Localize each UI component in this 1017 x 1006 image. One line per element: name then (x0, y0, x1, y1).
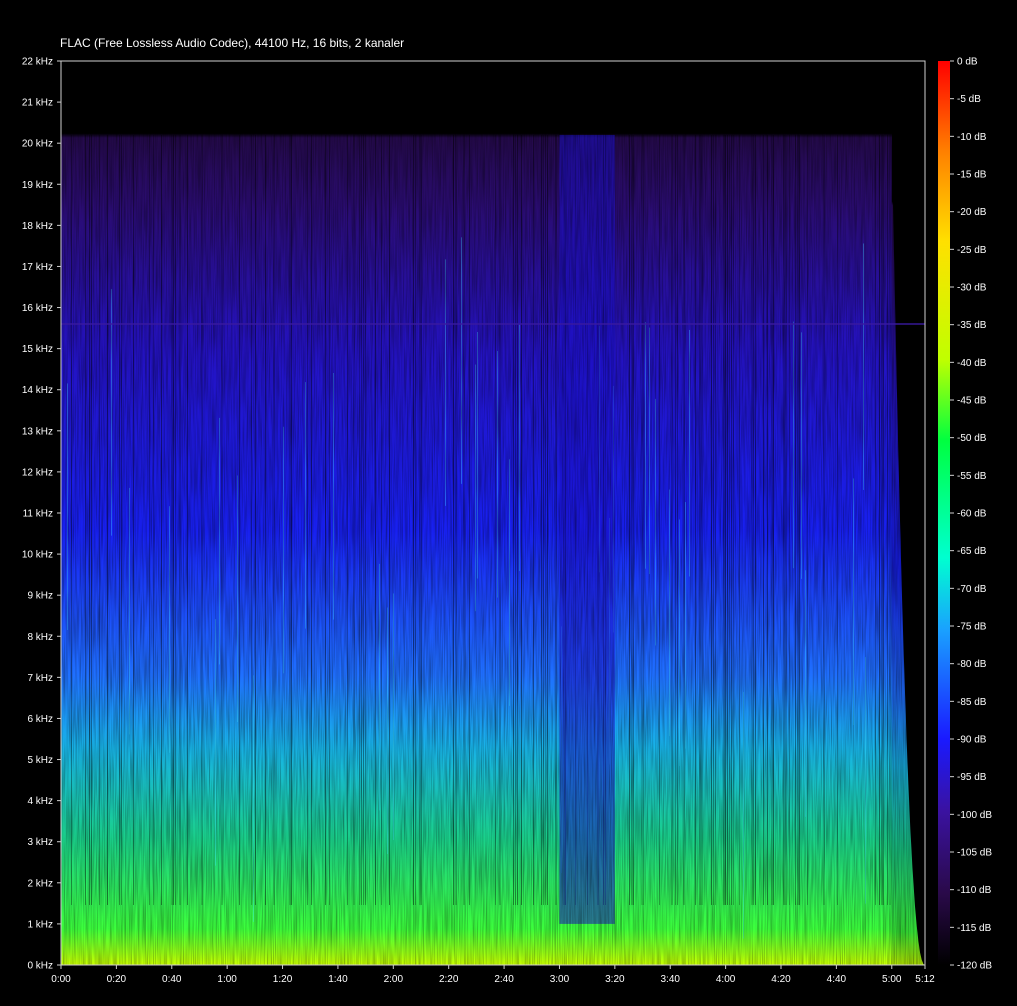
y-tick-label: 12 kHz (22, 467, 53, 478)
y-tick-label: 20 kHz (22, 139, 53, 150)
colorbar-tick-label: -15 dB (957, 170, 987, 181)
colorbar-tick-label: -25 dB (957, 245, 987, 256)
y-tick-label: 11 kHz (23, 509, 53, 520)
y-tick-label: 10 kHz (22, 550, 53, 561)
spectrogram-texture (61, 61, 925, 965)
y-tick-label: 22 kHz (22, 57, 53, 68)
y-tick-label: 8 kHz (27, 632, 53, 643)
colorbar-tick-label: -110 dB (957, 885, 992, 896)
y-tick-label: 4 kHz (27, 796, 53, 807)
x-tick-label: 3:00 (550, 974, 570, 985)
x-tick-label: 1:20 (273, 974, 293, 985)
colorbar-tick-label: -45 dB (957, 396, 987, 407)
y-tick-label: 13 kHz (22, 426, 53, 437)
x-tick-label: 2:40 (494, 974, 514, 985)
x-tick-label: 0:20 (107, 974, 127, 985)
colorbar-axis: 0 dB -5 dB -10 dB -15 dB -20 dB -25 dB -30 dB -… (950, 57, 992, 972)
colorbar-tick-label: -10 dB (957, 132, 987, 143)
x-tick-label: 2:20 (439, 974, 459, 985)
x-tick-label: 3:20 (605, 974, 625, 985)
y-tick-label: 7 kHz (27, 673, 53, 684)
colorbar-tick-label: -55 dB (957, 471, 987, 482)
colorbar-tick-label: -30 dB (957, 283, 987, 294)
x-tick-label: 5:00 (882, 974, 902, 985)
y-tick-label: 18 kHz (22, 221, 53, 232)
y-tick-label: 2 kHz (27, 878, 53, 889)
colorbar-tick-label: -85 dB (957, 697, 987, 708)
x-tick-label: 1:40 (328, 974, 348, 985)
colorbar-tick-label: -40 dB (957, 358, 987, 369)
colorbar-tick-label: -115 dB (957, 923, 992, 934)
colorbar (938, 61, 950, 965)
y-tick-label: 14 kHz (22, 385, 53, 396)
x-tick-label: 4:00 (716, 974, 736, 985)
colorbar-tick-label: -95 dB (957, 772, 987, 783)
colorbar-tick-label: -100 dB (957, 810, 992, 821)
x-tick-label: 0:40 (162, 974, 182, 985)
x-tick-label: 4:40 (827, 974, 847, 985)
y-tick-label: 5 kHz (27, 755, 53, 766)
colorbar-tick-label: -35 dB (957, 320, 987, 331)
colorbar-tick-label: -65 dB (957, 546, 987, 557)
time-axis: 0:00 0:20 0:40 1:00 1:20 1:40 2:00 2:20 2:40 3:00… (51, 965, 935, 985)
y-tick-label: 9 kHz (27, 591, 53, 602)
x-tick-label: 0:00 (51, 974, 71, 985)
y-tick-label: 16 kHz (22, 303, 53, 314)
colorbar-tick-label: 0 dB (957, 57, 978, 68)
y-tick-label: 19 kHz (22, 180, 53, 191)
frequency-axis: 0 kHz 1 kHz 2 kHz 3 kHz 4 kHz 5 kHz 6 kHz 7 kHz… (22, 57, 61, 972)
colorbar-tick-label: -105 dB (957, 848, 992, 859)
colorbar-tick-label: -20 dB (957, 207, 987, 218)
y-tick-label: 1 kHz (27, 919, 53, 930)
y-tick-label: 21 kHz (22, 98, 53, 109)
y-tick-label: 17 kHz (22, 262, 53, 273)
spectrogram-image (61, 61, 925, 965)
spectrogram-view: FLAC (Free Lossless Audio Codec), 44100 … (0, 0, 1017, 1006)
colorbar-tick-label: -70 dB (957, 584, 987, 595)
x-tick-label: 3:40 (660, 974, 680, 985)
x-tick-label: 1:00 (217, 974, 237, 985)
colorbar-tick-label: -75 dB (957, 622, 987, 633)
colorbar-tick-label: -120 dB (957, 961, 992, 972)
spectrogram-plot: 0 kHz 1 kHz 2 kHz 3 kHz 4 kHz 5 kHz 6 kHz 7 kHz… (22, 57, 992, 986)
x-tick-label: 5:12 (915, 974, 935, 985)
y-tick-label: 0 kHz (27, 961, 53, 972)
y-tick-label: 3 kHz (27, 837, 53, 848)
x-tick-label: 2:00 (384, 974, 404, 985)
colorbar-tick-label: -50 dB (957, 433, 987, 444)
colorbar-tick-label: -90 dB (957, 735, 987, 746)
colorbar-tick-label: -5 dB (957, 94, 981, 105)
x-tick-label: 4:20 (771, 974, 791, 985)
colorbar-tick-label: -60 dB (957, 509, 987, 520)
y-tick-label: 6 kHz (27, 714, 53, 725)
y-tick-label: 15 kHz (22, 344, 53, 355)
colorbar-tick-label: -80 dB (957, 659, 987, 670)
